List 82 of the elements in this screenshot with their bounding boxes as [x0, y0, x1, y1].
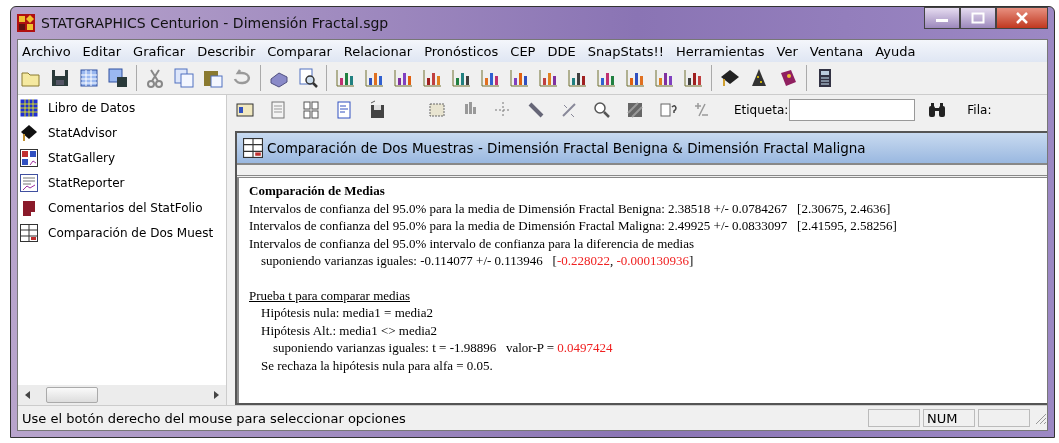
save-icon[interactable]: [49, 67, 71, 89]
menu-item[interactable]: DDE: [547, 43, 576, 59]
cut-icon[interactable]: [144, 67, 166, 89]
chart-icon[interactable]: [479, 67, 501, 89]
window-icon[interactable]: [235, 100, 255, 120]
field-label: Etiqueta:: [734, 103, 789, 117]
chart-icon[interactable]: [421, 67, 443, 89]
section-heading: Comparación de Medias: [249, 182, 386, 200]
status-panel: [978, 409, 1030, 427]
menu-item[interactable]: Graficar: [133, 43, 186, 59]
menu-item[interactable]: Comparar: [267, 43, 332, 59]
menu-item[interactable]: Herramientas: [676, 43, 765, 59]
maximize-icon: [971, 12, 985, 24]
help-icon[interactable]: [658, 100, 678, 120]
chart-icon[interactable]: [363, 67, 385, 89]
document-title: Comparación de Dos Muestras - Dimensión Fractal Benigna & Dimensión Fractal Maligna: [267, 140, 866, 156]
maximize-button[interactable]: [960, 7, 996, 29]
sidebar-item[interactable]: Comentarios del StatFolio: [18, 195, 226, 220]
result-line: suponiendo varianzas iguales: -0.114077 +/- 0.113946 [-0.228022, -0.000130936]: [260, 252, 695, 270]
sidebar-item[interactable]: Comparación de Dos Muest: [18, 220, 226, 245]
chart-icon[interactable]: [392, 67, 414, 89]
chart-icon[interactable]: [450, 67, 472, 89]
menu-item[interactable]: SnapStats!!: [587, 43, 664, 59]
status-panel: [868, 409, 920, 427]
menu-item[interactable]: Ver: [776, 43, 798, 59]
sidebar-item[interactable]: StatAdvisor: [18, 120, 226, 145]
result-line: Se rechaza la hipótesis nula para alfa = 0.05.: [260, 356, 494, 374]
result-line: suponiendo varianzas iguales: t = -1.98896 valor-P = 0.0497424: [272, 339, 614, 357]
scroll-thumb[interactable]: [46, 387, 98, 403]
chart-icon[interactable]: [624, 67, 646, 89]
sidebar-item[interactable]: StatGallery: [18, 145, 226, 170]
resize-grip-icon[interactable]: [1033, 411, 1047, 425]
close-icon: [1015, 12, 1029, 24]
graduation-cap-icon[interactable]: [719, 67, 741, 89]
close-button[interactable]: [996, 7, 1048, 29]
chart-icon[interactable]: [653, 67, 675, 89]
grid-icon: [20, 98, 38, 117]
spreadsheet-icon[interactable]: [78, 67, 100, 89]
chart-icon[interactable]: [537, 67, 559, 89]
tiles-icon[interactable]: [301, 100, 321, 120]
menu-item[interactable]: CEP: [510, 43, 536, 59]
horizontal-scrollbar[interactable]: [18, 385, 226, 405]
hatch-icon[interactable]: [625, 100, 645, 120]
sidebar-item[interactable]: Libro de Datos: [18, 95, 226, 120]
menu-item[interactable]: Describir: [197, 43, 256, 59]
section-heading: Prueba t para comparar medias: [249, 286, 411, 304]
chart-icon[interactable]: [595, 67, 617, 89]
minimize-button[interactable]: [924, 7, 960, 29]
result-line: Intervalos de confianza del 95.0% para la media de Dimensión Fractal Benigna: 2.38518 +/- 0.0784267 [2.30675, 2.4636]: [249, 199, 892, 217]
app-logo-icon: [17, 14, 35, 32]
analysis-icon: [243, 138, 263, 158]
preview-icon[interactable]: [297, 67, 319, 89]
menu-item[interactable]: Ventana: [809, 43, 864, 59]
pen-icon[interactable]: [526, 100, 546, 120]
spreadsheet-save-icon[interactable]: [107, 67, 129, 89]
splitter-bar[interactable]: [237, 163, 1047, 178]
scroll-right-icon[interactable]: [212, 390, 220, 400]
menu-item[interactable]: Ayuda: [875, 43, 916, 59]
scroll-left-icon[interactable]: [24, 390, 32, 400]
status-message: Use el botón derecho del mouse para seleccionar opciones: [22, 410, 407, 426]
result-line: Hipótesis Alt.: media1 <> media2: [260, 321, 439, 339]
result-line: Intervalos de confianza del 95.0% intervalo de confianza para la diferencia de medias: [249, 234, 696, 252]
chart-icon[interactable]: [682, 67, 704, 89]
zoom-icon[interactable]: [592, 100, 612, 120]
chart-icon[interactable]: [566, 67, 588, 89]
menu-item[interactable]: Editar: [82, 43, 122, 59]
sidebar-item[interactable]: StatReporter: [18, 170, 226, 195]
result-line: Hipótesis nula: media1 = media2: [260, 304, 434, 322]
graduation-cap-icon: [20, 123, 38, 142]
binoculars-icon[interactable]: [928, 102, 947, 118]
copy-icon[interactable]: [173, 67, 195, 89]
menu-item[interactable]: Archivo: [22, 43, 71, 59]
row-label: Fila:: [967, 103, 992, 117]
result-line: Intervalos de confianza del 95.0% para la media de Dimensión Fractal Maligna: 2.49925 +/- 0.0833097 [2.41595, 2.58256]: [249, 217, 898, 235]
menu-item[interactable]: Relacionar: [343, 43, 413, 59]
chart-icon[interactable]: [508, 67, 530, 89]
window-title: STATGRAPHICS Centurion - Dimensión Fractal.sgp: [41, 15, 389, 31]
list-icon[interactable]: [334, 100, 354, 120]
label-input-field[interactable]: [789, 99, 916, 121]
num-lock-indicator: NUM: [923, 409, 975, 427]
chart-icon[interactable]: [334, 67, 356, 89]
menu-item[interactable]: Pronósticos: [424, 43, 499, 59]
